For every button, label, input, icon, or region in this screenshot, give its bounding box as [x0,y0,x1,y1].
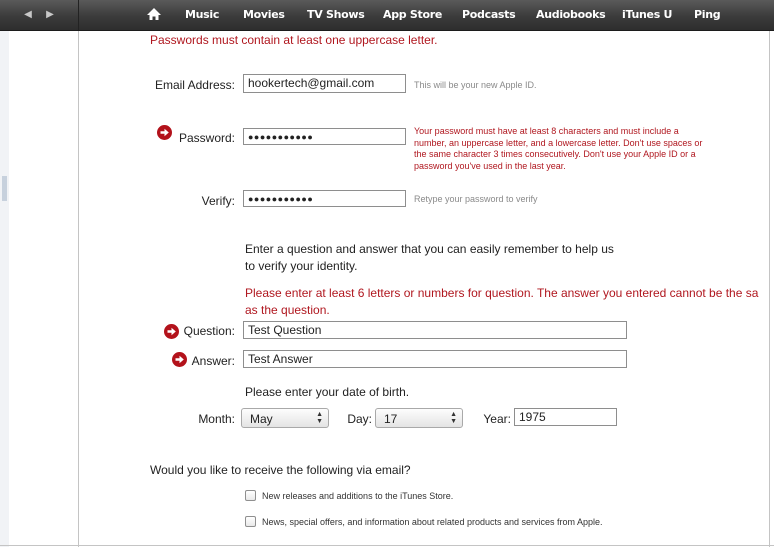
day-select-value: 17 [384,412,398,426]
content-left-border [78,31,79,547]
security-error-line: as the question. [245,303,330,317]
month-select[interactable]: May ▲ ▼ [241,408,329,428]
content-bottom-border [0,545,774,546]
password-requirements-error: Your password must have at least 8 chara… [414,126,702,172]
nav-itunes-u[interactable]: iTunes U [622,8,672,21]
security-answer-field[interactable]: Test Answer [243,350,627,368]
news-offers-checkbox[interactable] [245,516,256,527]
new-releases-checkbox[interactable] [245,490,256,501]
year-label: Year: [483,412,511,426]
select-arrows-icon: ▲ ▼ [450,411,457,425]
verify-label: Verify: [201,194,235,208]
nav-music[interactable]: Music [185,8,219,21]
new-releases-label: New releases and additions to the iTunes… [262,491,454,501]
left-triangle-icon: ◀ [24,9,32,20]
scroll-marker [2,176,7,201]
intro-line: Enter a question and answer that you can… [245,242,614,256]
email-hint: This will be your new Apple ID. [414,80,537,90]
password-label: Password: [178,131,235,145]
nav-ping[interactable]: Ping [694,8,721,21]
month-label: Month: [198,412,235,426]
nav-divider [78,0,79,30]
year-field[interactable]: 1975 [514,408,617,426]
security-error-line: Please enter at least 6 letters or numbe… [245,286,759,300]
security-question-error: Please enter at least 6 letters or numbe… [245,285,758,319]
question-label: Question: [183,324,235,338]
password-uppercase-error: Passwords must contain at least one uppe… [150,33,438,47]
security-question-intro: Enter a question and answer that you can… [245,241,614,275]
left-edge-strip [0,31,9,547]
nav-movies[interactable]: Movies [243,8,285,21]
content-right-border [769,31,770,547]
month-select-value: May [250,412,273,426]
nav-podcasts[interactable]: Podcasts [462,8,516,21]
verify-hint: Retype your password to verify [414,194,538,204]
intro-line: to verify your identity. [245,259,358,273]
nav-app-store[interactable]: App Store [383,8,442,21]
password-field[interactable]: ●●●●●●●●●●● [243,128,406,145]
verify-password-field[interactable]: ●●●●●●●●●●● [243,190,406,207]
password-error-line: the same character 3 times consecutively… [414,149,696,159]
nav-audiobooks[interactable]: Audiobooks [536,8,606,21]
email-field[interactable]: hookertech@gmail.com [243,74,406,93]
right-triangle-icon: ▶ [46,9,54,20]
forward-button[interactable]: ▶ [40,7,60,23]
select-arrows-icon: ▲ ▼ [316,411,323,425]
back-button[interactable]: ◀ [18,7,38,23]
password-error-line: Your password must have at least 8 chara… [414,126,679,136]
top-nav-bar: ◀ ▶ Music Movies TV Shows App Store Podc… [0,0,774,31]
news-offers-label: News, special offers, and information ab… [262,517,603,527]
home-icon[interactable] [146,6,162,22]
answer-label: Answer: [191,354,235,368]
password-error-line: number, an uppercase letter, and a lower… [414,137,703,148]
security-question-field[interactable]: Test Question [243,321,627,339]
dob-prompt: Please enter your date of birth. [245,385,410,399]
email-label: Email Address: [154,78,235,92]
password-error-line: password you've used in the last year. [414,160,566,171]
day-select[interactable]: 17 ▲ ▼ [375,408,463,428]
nav-tv-shows[interactable]: TV Shows [307,8,365,21]
day-label: Day: [347,412,372,426]
email-prefs-question: Would you like to receive the following … [150,463,411,477]
